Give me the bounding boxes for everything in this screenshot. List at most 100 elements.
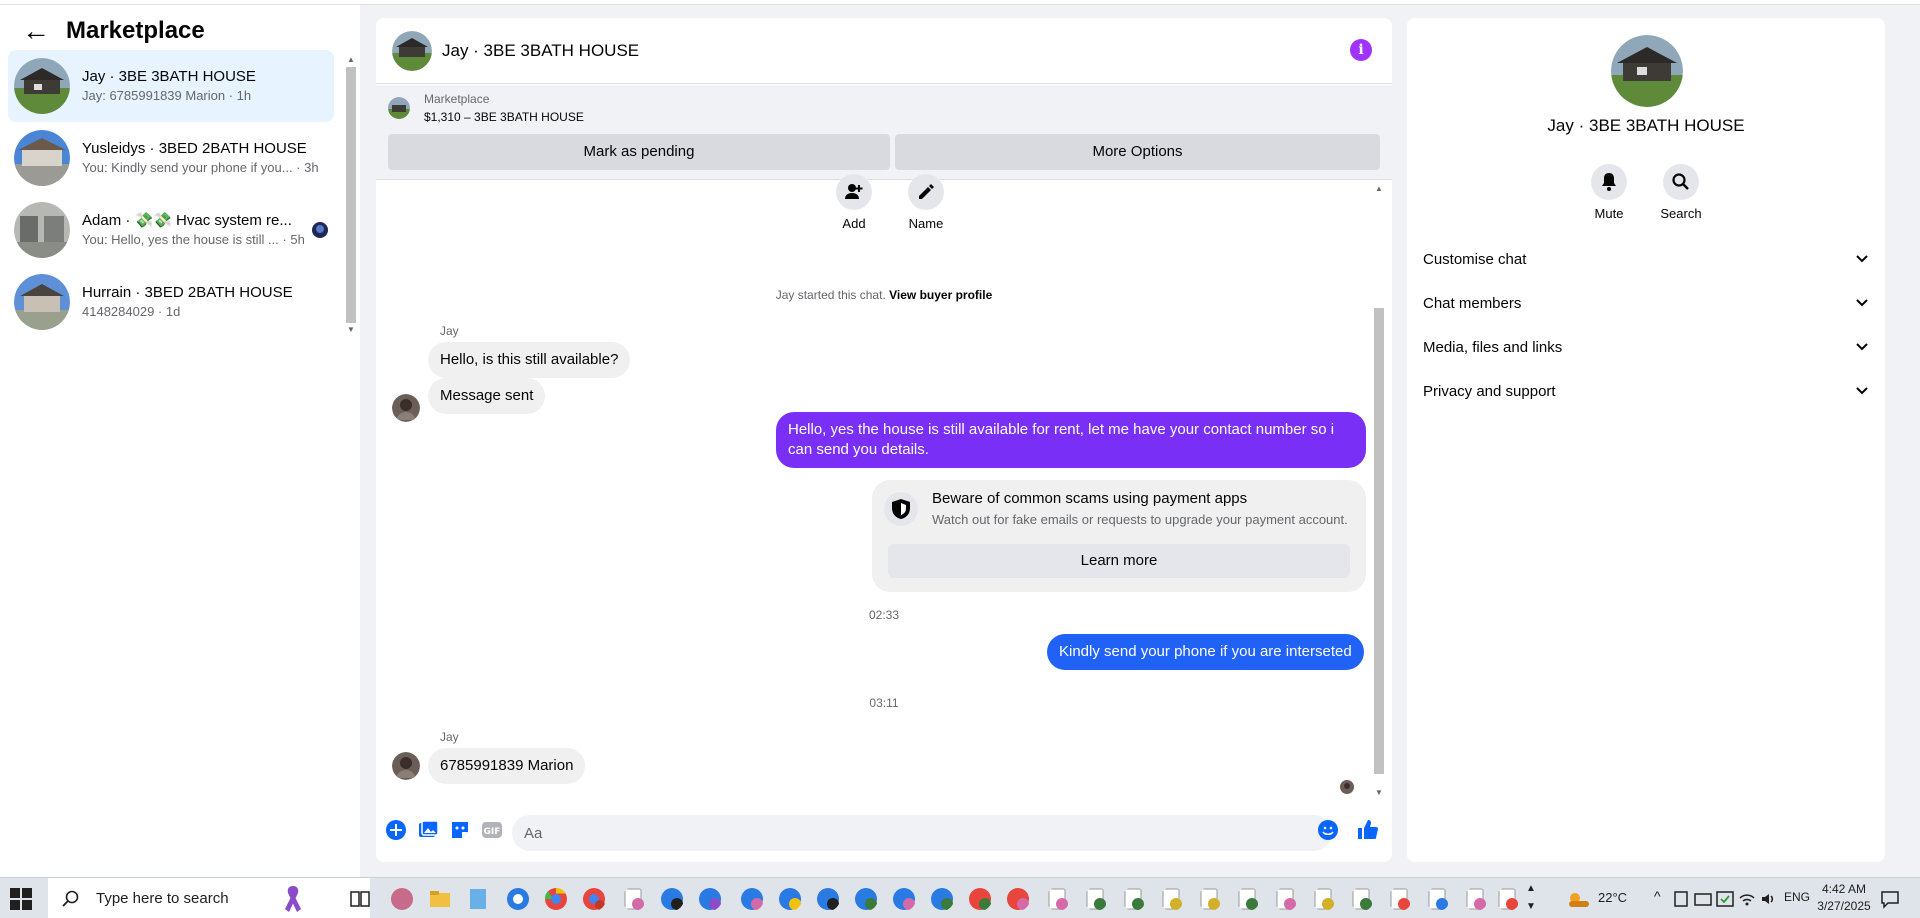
clock[interactable]: 4:42 AM 3/27/2025 <box>1810 881 1878 915</box>
panel-header: ← Marketplace <box>22 17 205 45</box>
notification-center-icon[interactable] <box>1880 889 1900 909</box>
chrome-profile-icon[interactable] <box>1426 887 1450 911</box>
mute-action[interactable]: Mute <box>1579 164 1639 221</box>
tray-chevron-up-icon[interactable]: ^ <box>1654 888 1661 904</box>
thumbs-up-icon[interactable] <box>1356 818 1380 842</box>
info-icon[interactable]: i <box>1350 39 1372 61</box>
chrome-profile-icon[interactable] <box>968 887 992 911</box>
taskbar-search-box[interactable]: Type here to search <box>48 878 370 918</box>
gif-icon[interactable]: GIF <box>480 818 504 842</box>
search-action[interactable]: Search <box>1651 164 1711 221</box>
chevron-down-icon <box>1855 330 1869 366</box>
chevron-down-icon <box>1855 374 1869 410</box>
chrome-profile-icon[interactable] <box>660 887 684 911</box>
chrome-profile-icon[interactable] <box>778 887 802 911</box>
battery-check-icon[interactable] <box>1716 890 1734 908</box>
chrome-profile-icon[interactable] <box>1464 887 1488 911</box>
weather-icon[interactable] <box>1566 887 1590 911</box>
name-action[interactable]: Name <box>894 174 958 231</box>
chrome-profile-icon[interactable] <box>930 887 954 911</box>
conversation-item-yusleidys[interactable]: Yusleidys · 3BED 2BATH HOUSE You: Kindly… <box>8 122 334 194</box>
back-arrow-icon[interactable]: ← <box>22 17 50 45</box>
incoming-message[interactable]: Hello, is this still available? <box>428 342 631 378</box>
task-view-icon[interactable] <box>348 887 372 911</box>
chrome-profile-icon[interactable] <box>622 887 646 911</box>
language-indicator[interactable]: ENG <box>1784 890 1810 904</box>
section-label: Customise chat <box>1423 251 1527 268</box>
scroll-up-icon[interactable]: ▲ <box>1374 184 1384 193</box>
chrome-profile-icon[interactable] <box>582 887 606 911</box>
more-options-button[interactable]: More Options <box>895 134 1380 170</box>
file-explorer-icon[interactable] <box>428 887 452 911</box>
chrome-profile-icon[interactable] <box>1122 887 1146 911</box>
chrome-profile-icon[interactable] <box>1046 887 1070 911</box>
section-media-files-links[interactable]: Media, files and links <box>1423 330 1869 366</box>
chat-title[interactable]: Jay · 3BE 3BATH HOUSE <box>442 40 639 62</box>
section-chat-members[interactable]: Chat members <box>1423 286 1869 322</box>
sender-avatar[interactable] <box>392 394 420 422</box>
message-thread: Add Name Jay started this chat. View buy… <box>376 174 1392 806</box>
outgoing-message[interactable]: Kindly send your phone if you are inters… <box>1047 634 1364 670</box>
outgoing-message[interactable]: Hello, yes the house is still available … <box>776 412 1366 468</box>
meet-now-icon[interactable] <box>1694 890 1712 908</box>
photo-icon[interactable] <box>416 818 440 842</box>
incoming-message[interactable]: Message sent <box>428 378 546 414</box>
panel-title: Marketplace <box>66 17 205 44</box>
chat-scrollbar[interactable]: ▲ ▼ <box>1374 184 1384 800</box>
conversation-item-adam[interactable]: Adam · 💸💸 Hvac system re... You: Hello, … <box>8 194 334 266</box>
scroll-up-icon[interactable]: ▲ <box>346 55 356 64</box>
chrome-profile-icon[interactable] <box>1236 887 1260 911</box>
chrome-profile-icon[interactable] <box>1160 887 1184 911</box>
profile-avatar <box>1611 35 1683 107</box>
chrome-profile-icon[interactable] <box>1274 887 1298 911</box>
wifi-icon[interactable] <box>1738 890 1756 908</box>
chrome-profile-icon[interactable] <box>1084 887 1108 911</box>
sender-avatar[interactable] <box>392 752 420 780</box>
chevron-down-icon <box>1855 286 1869 322</box>
app-icon[interactable] <box>390 887 414 911</box>
bell-icon <box>1591 164 1627 200</box>
plus-icon[interactable] <box>384 818 408 842</box>
scroll-down-icon[interactable]: ▼ <box>346 325 356 334</box>
chrome-icon[interactable] <box>544 887 568 911</box>
listing-avatar <box>14 130 70 186</box>
chrome-profile-icon[interactable] <box>816 887 840 911</box>
volume-icon[interactable] <box>1760 890 1778 908</box>
weather-temp[interactable]: 22°C <box>1598 890 1627 905</box>
conversation-list-scrollbar[interactable]: ▲ ▼ <box>346 55 356 335</box>
mark-as-pending-button[interactable]: Mark as pending <box>388 134 890 170</box>
add-action[interactable]: Add <box>822 174 886 231</box>
section-customise-chat[interactable]: Customise chat <box>1423 242 1869 278</box>
chrome-profile-icon[interactable] <box>892 887 916 911</box>
listing-price-title[interactable]: $1,310 – 3BE 3BATH HOUSE <box>424 110 584 124</box>
view-buyer-profile-link[interactable]: View buyer profile <box>889 288 992 302</box>
scrollbar-thumb[interactable] <box>346 67 356 323</box>
learn-more-button[interactable]: Learn more <box>888 544 1350 578</box>
chrome-profile-icon[interactable] <box>1312 887 1336 911</box>
scroll-down-icon[interactable]: ▼ <box>1374 788 1384 797</box>
chat-avatar[interactable] <box>392 30 432 71</box>
section-privacy-support[interactable]: Privacy and support <box>1423 374 1869 410</box>
tray-app-icon[interactable] <box>1672 890 1690 908</box>
emoji-icon[interactable] <box>1316 818 1340 842</box>
chrome-profile-icon[interactable] <box>854 887 878 911</box>
scrollbar-thumb[interactable] <box>1374 308 1384 774</box>
chrome-profile-icon[interactable] <box>1496 887 1520 911</box>
sticker-icon[interactable] <box>448 818 472 842</box>
chrome-profile-icon[interactable] <box>1350 887 1374 911</box>
conversation-item-hurrain[interactable]: Hurrain · 3BED 2BATH HOUSE 4148284029 · … <box>8 266 334 338</box>
notepad-icon[interactable] <box>466 887 490 911</box>
chrome-profile-icon[interactable] <box>698 887 722 911</box>
chrome-profile-icon[interactable] <box>1198 887 1222 911</box>
chrome-profile-icon[interactable] <box>1006 887 1030 911</box>
conversation-item-jay[interactable]: Jay · 3BE 3BATH HOUSE Jay: 6785991839 Ma… <box>8 50 334 122</box>
incoming-message[interactable]: 6785991839 Marion <box>428 748 586 784</box>
chrome-icon[interactable] <box>506 887 530 911</box>
chrome-profile-icon[interactable] <box>1388 887 1412 911</box>
shield-icon <box>884 492 918 526</box>
message-input[interactable] <box>512 815 1332 851</box>
windows-start-icon[interactable] <box>10 888 32 910</box>
chrome-profile-icon[interactable] <box>740 887 764 911</box>
pencil-icon <box>908 174 944 210</box>
taskbar-overflow-chevron-icon[interactable]: ▲ ▼ <box>1526 880 1536 916</box>
